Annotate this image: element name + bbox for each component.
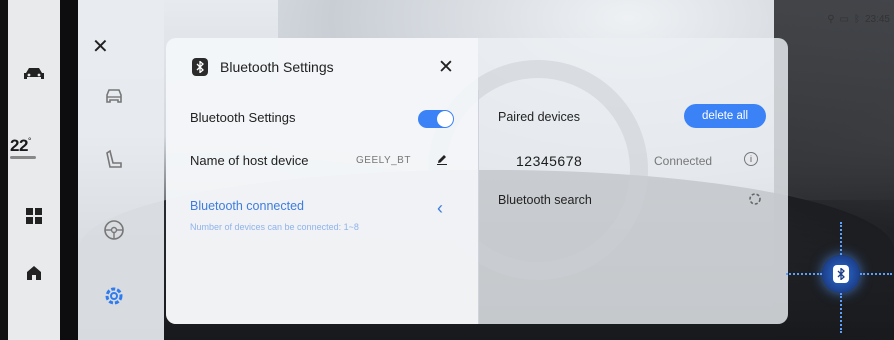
chevron-left-icon[interactable]: ‹	[437, 198, 443, 219]
dotted-guide	[786, 273, 822, 277]
seat-icon[interactable]	[100, 146, 128, 174]
dotted-guide	[860, 273, 892, 277]
temperature-display[interactable]: 22°	[10, 136, 32, 156]
bluetooth-connected-item[interactable]: Bluetooth connected	[190, 199, 304, 213]
delete-all-button[interactable]: delete all	[684, 104, 766, 128]
dotted-guide	[840, 293, 844, 333]
temperature-unit: °	[27, 136, 32, 146]
loading-spinner-icon	[748, 192, 762, 211]
bluetooth-toggle[interactable]	[418, 110, 454, 128]
vehicle-settings-icon[interactable]	[100, 82, 128, 110]
location-icon: ⚲	[827, 14, 835, 25]
steering-wheel-icon[interactable]	[100, 216, 128, 244]
car-icon[interactable]	[8, 62, 60, 86]
info-icon[interactable]: i	[744, 152, 758, 166]
bluetooth-settings-panel: Bluetooth Settings ✕ Bluetooth Settings …	[166, 38, 788, 324]
battery-icon: ▭	[839, 14, 849, 25]
bluetooth-icon	[192, 58, 208, 76]
device-status: Connected	[654, 154, 713, 168]
close-panel-button[interactable]: ✕	[438, 56, 454, 79]
panel-divider	[478, 90, 479, 324]
status-bar: ⚲ ▭ ᛒ 23:45	[827, 14, 890, 25]
apps-grid-icon[interactable]	[8, 206, 60, 226]
bluetooth-icon	[833, 265, 849, 283]
gear-icon[interactable]	[100, 282, 128, 310]
close-settings-button[interactable]: ✕	[92, 34, 109, 59]
left-rail	[8, 0, 60, 340]
panel-title: Bluetooth Settings	[192, 58, 334, 76]
panel-left-pane	[166, 38, 478, 324]
paired-devices-label: Paired devices	[498, 110, 580, 124]
home-icon[interactable]	[8, 262, 60, 284]
bluetooth-icon: ᛒ	[853, 14, 860, 25]
host-name-value: GEELY_BT	[356, 155, 411, 166]
bluetooth-search-label: Bluetooth search	[498, 193, 592, 207]
bluetooth-connected-subtitle: Number of devices can be connected: 1~8	[190, 222, 359, 232]
temperature-value: 22	[10, 136, 28, 155]
temperature-indicator	[10, 156, 36, 159]
edit-icon[interactable]	[436, 152, 448, 170]
bluetooth-float-button[interactable]	[822, 255, 860, 293]
bluetooth-toggle-label: Bluetooth Settings	[190, 110, 296, 125]
screen-bezel	[0, 0, 8, 340]
device-name[interactable]: 12345678	[516, 153, 582, 169]
clock: 23:45	[864, 14, 890, 25]
panel-title-text: Bluetooth Settings	[220, 59, 334, 75]
rail-divider	[60, 0, 78, 340]
dotted-guide	[840, 222, 844, 255]
host-name-label: Name of host device	[190, 153, 309, 168]
